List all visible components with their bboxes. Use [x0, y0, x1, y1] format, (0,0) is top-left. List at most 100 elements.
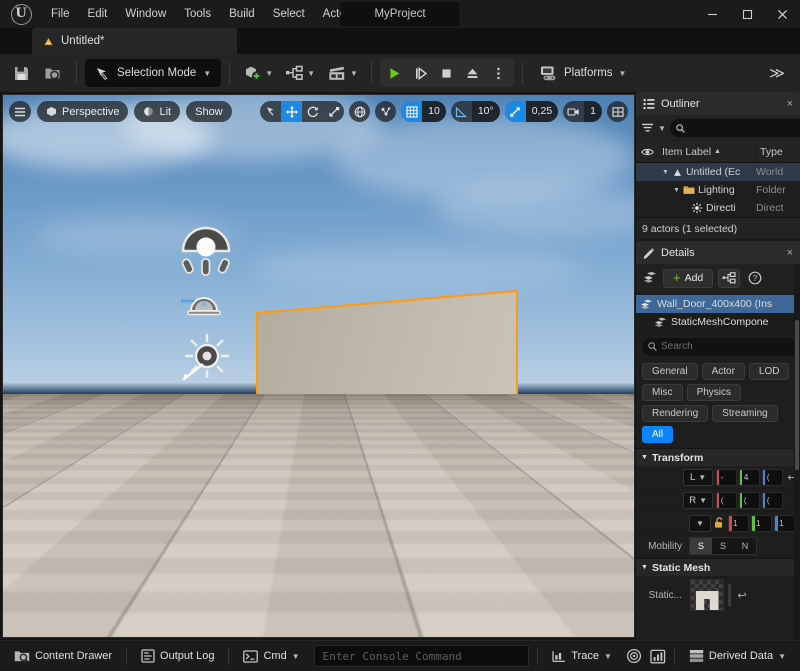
outliner-panel-tab[interactable]: Outliner × [636, 92, 800, 115]
unlock-icon[interactable] [714, 517, 725, 529]
transform-section-header[interactable]: ▼ Transform [636, 448, 800, 466]
help-icon[interactable]: ? [745, 268, 765, 288]
column-item-label[interactable]: Item Label ▲ [658, 146, 756, 158]
menu-item-select[interactable]: Select [264, 0, 314, 28]
platforms-button[interactable]: Platforms ▼ [531, 58, 635, 88]
details-search-field[interactable] [642, 337, 799, 356]
play-more-options-button[interactable] [486, 60, 512, 86]
static-mesh-section-header[interactable]: ▼ Static Mesh [636, 558, 800, 576]
translate-gizmo[interactable] [408, 533, 538, 638]
details-panel-tab[interactable]: Details × [636, 241, 800, 264]
wall-door-mesh-thumbnail[interactable] [690, 579, 724, 611]
add-component-button[interactable]: + Add [663, 268, 714, 288]
close-icon[interactable]: × [787, 247, 793, 259]
rotate-tool-icon[interactable] [302, 101, 323, 122]
world-coordinate-icon[interactable] [349, 101, 370, 122]
location-mode-dropdown[interactable]: L ▼ [683, 468, 713, 486]
scale-y-input[interactable]: 1 [751, 514, 772, 532]
location-y-input[interactable]: 4 [738, 468, 760, 486]
stats-icon[interactable] [646, 644, 670, 668]
outliner-row-world[interactable]: ▼ Untitled (Ec World [636, 163, 800, 181]
filter-chip-misc[interactable]: Misc [642, 384, 683, 401]
filter-chip-physics[interactable]: Physics [686, 384, 742, 401]
blueprints-button[interactable]: ▼ [280, 58, 320, 88]
mesh-dropdown-handle[interactable] [728, 584, 731, 606]
scale-mode-dropdown[interactable]: ▼ [689, 514, 711, 532]
player-start-actor-icon[interactable] [181, 493, 237, 541]
scale-x-input[interactable]: 1 [728, 514, 749, 532]
close-icon[interactable]: × [787, 98, 793, 110]
outliner-search-input[interactable] [688, 122, 800, 134]
visibility-icon[interactable] [636, 147, 658, 157]
outliner-search-field[interactable]: ▼ [669, 119, 800, 137]
menu-item-window[interactable]: Window [116, 0, 175, 28]
output-log-button[interactable]: Output Log [131, 644, 224, 668]
rotation-mode-dropdown[interactable]: R ▼ [683, 491, 713, 509]
outliner-row-directional-light[interactable]: Directi Direct [636, 199, 800, 217]
grid-snap-icon[interactable] [401, 101, 423, 122]
details-search-input[interactable] [661, 341, 793, 352]
level-viewport[interactable]: Perspective Lit Show 10 10° 0,25 1 Z Y X [2, 94, 635, 638]
trace-button[interactable]: Trace ▼ [542, 644, 622, 668]
details-scrollbar-track[interactable] [794, 264, 800, 640]
filter-chip-lod[interactable]: LOD [748, 363, 790, 380]
outliner-row-lighting-folder[interactable]: ▼ Lighting Folder [636, 181, 800, 199]
sky-atmosphere-actor-icon[interactable] [181, 279, 229, 317]
derived-data-button[interactable]: Derived Data ▼ [679, 644, 796, 668]
camera-speed-icon[interactable] [563, 101, 584, 122]
add-actor-button[interactable]: ▼ [238, 58, 278, 88]
expand-toolbar-button[interactable]: ≫ [760, 64, 794, 82]
chevron-down-icon[interactable]: ▼ [658, 124, 666, 133]
surface-snap-icon[interactable] [375, 101, 396, 122]
scale-snap-icon[interactable] [504, 101, 526, 122]
scale-tool-icon[interactable] [323, 101, 344, 122]
angle-snap-value[interactable]: 10° [471, 101, 500, 122]
mobility-static-button[interactable]: S [690, 538, 712, 554]
content-drawer-button[interactable]: Content Drawer [4, 644, 122, 668]
play-button[interactable] [382, 60, 408, 86]
scale-snap-value[interactable]: 0,25 [525, 101, 559, 122]
menu-item-tools[interactable]: Tools [175, 0, 220, 28]
filter-chip-rendering[interactable]: Rendering [642, 405, 709, 422]
column-type[interactable]: Type [756, 141, 800, 162]
filter-icon[interactable] [641, 122, 654, 134]
view-mode-button[interactable]: Lit [134, 101, 181, 122]
minimize-button[interactable] [695, 0, 730, 28]
menu-item-edit[interactable]: Edit [79, 0, 117, 28]
performance-icon[interactable] [622, 644, 646, 668]
sky-light-actor-icon[interactable] [173, 221, 239, 279]
scale-z-input[interactable]: 1 [774, 514, 795, 532]
menu-item-build[interactable]: Build [220, 0, 264, 28]
maximize-button[interactable] [730, 0, 765, 28]
rotation-z-input[interactable]: ( [761, 491, 783, 509]
revert-static-mesh-icon[interactable]: ↩ [735, 589, 749, 602]
camera-perspective-button[interactable]: Perspective [37, 101, 129, 122]
angle-snap-icon[interactable] [451, 101, 472, 122]
expand-arrow-icon[interactable]: ▼ [673, 187, 680, 194]
hamburger-icon[interactable] [9, 101, 31, 122]
details-scrollbar-thumb[interactable] [795, 320, 799, 470]
component-row-static-mesh[interactable]: StaticMeshCompone [636, 313, 800, 331]
viewport-layout-icon[interactable] [607, 101, 628, 122]
tab-untitled-level[interactable]: Untitled* [32, 28, 237, 54]
select-tool-icon[interactable] [260, 101, 281, 122]
grid-snap-value[interactable]: 10 [422, 101, 446, 122]
component-row-actor[interactable]: Wall_Door_400x400 (Ins [636, 295, 800, 313]
rotation-x-input[interactable]: ( [715, 491, 737, 509]
unreal-logo-icon[interactable]: U [0, 0, 42, 28]
eject-button[interactable] [460, 60, 486, 86]
stop-button[interactable] [434, 60, 460, 86]
show-flags-button[interactable]: Show [186, 101, 232, 122]
selection-mode-button[interactable]: Selection Mode ▼ [85, 59, 222, 87]
translate-tool-icon[interactable] [281, 101, 303, 122]
filter-chip-actor[interactable]: Actor [701, 363, 745, 380]
blueprint-edit-button[interactable] [718, 268, 741, 288]
directional-light-actor-icon[interactable] [179, 328, 235, 384]
location-x-input[interactable]: - [715, 468, 737, 486]
mobility-stationary-button[interactable]: S [712, 538, 734, 554]
console-command-field[interactable] [313, 645, 530, 667]
save-button[interactable] [6, 58, 36, 88]
filter-chip-streaming[interactable]: Streaming [712, 405, 778, 422]
console-command-input[interactable] [322, 649, 521, 663]
expand-arrow-icon[interactable]: ▼ [662, 169, 669, 176]
